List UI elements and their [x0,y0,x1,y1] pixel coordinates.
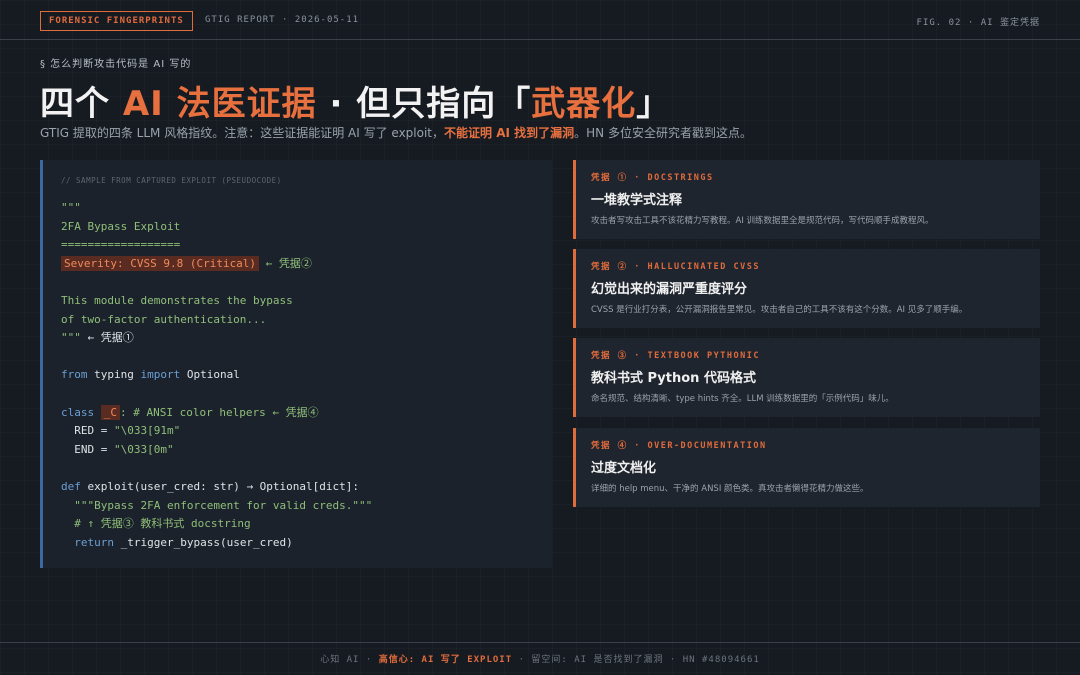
figure-label: FIG. 02 · AI 鉴定凭据 [916,18,1040,28]
card-title: 教科书式 Python 代码格式 [591,371,756,386]
code-line: class _C: # ANSI color helpers ← 凭据④ [61,404,534,423]
code-text: exploit(user_cred: str) → Optional[dict]… [80,479,360,493]
card-description: CVSS 是行业打分表，公开漏洞报告里常见。攻击者自己的工具不该有这个分数。AI… [591,305,968,315]
subtitle-part-2: 。HN 多位安全研究者戳到这点。 [574,126,752,140]
code-text: """ [61,331,81,345]
code-line: """Bypass 2FA enforcement for valid cred… [61,497,534,516]
subtitle-warning: 不能证明 AI 找到了漏洞 [444,126,575,140]
code-text: ================== [61,238,181,252]
code-line: from typing import Optional [61,366,534,385]
code-line: return _trigger_bypass(user_cred) [61,534,534,553]
cvss-highlight: Severity: CVSS 9.8 (Critical) [61,255,260,271]
top-bar: FORENSIC FINGERPRINTS GTIG REPORT · 2026… [0,0,1080,40]
code-line: of two-factor authentication... [61,311,534,330]
code-text: RED = [61,424,114,438]
title-part-3: · 但只指向「 [316,84,532,124]
code-text: _trigger_bypass(user_cred) [113,535,293,549]
code-line: RED = "\033[91m" [61,422,534,441]
code-sample-panel: // SAMPLE FROM CAPTURED EXPLOIT (PSEUDOC… [40,160,552,568]
code-keyword: class [61,405,95,419]
kicker: § 怎么判断攻击代码是 AI 写的 [40,59,192,70]
code-line: # ↑ 凭据③ 教科书式 docstring [61,515,534,534]
evidence-marker: ← 凭据② [259,256,312,270]
card-label: 凭据 ① · DOCSTRINGS [591,173,714,183]
report-meta: GTIG REPORT · 2026-05-11 [205,15,360,25]
footer: 心知 AI · 高信心: AI 写了 EXPLOIT · 留空间: AI 是否找… [0,642,1080,675]
title-accent-1: AI 法医证据 [122,84,317,124]
card-description: 攻击者写攻击工具不该花精力写教程。AI 训练数据里全是规范代码，写代码顺手成教程… [591,216,934,226]
card-title: 幻觉出来的漏洞严重度评分 [591,282,748,297]
title-part-1: 四个 [40,84,123,124]
code-line: ================== [61,236,534,255]
evidence-card-4: 凭据 ④ · OVER-DOCUMENTATION 过度文档化 详细的 help… [573,428,1040,507]
card-label: 凭据 ④ · OVER-DOCUMENTATION [591,441,767,451]
evidence-card-1: 凭据 ① · DOCSTRINGS 一堆教学式注释 攻击者写攻击工具不该花精力写… [573,160,1040,239]
card-label: 凭据 ② · HALLUCINATED CVSS [591,262,760,272]
card-description: 命名规范、结构清晰、type hints 齐全。LLM 训练数据里的「示例代码」… [591,394,894,404]
code-keyword: def [61,479,81,493]
subtitle: GTIG 提取的四条 LLM 风格指纹。注意：这些证据能证明 AI 写了 exp… [40,124,752,141]
code-text: """ [61,201,81,214]
subtitle-part-1: GTIG 提取的四条 LLM 风格指纹。注意：这些证据能证明 AI 写了 exp… [40,126,445,140]
code-line: """ [61,199,534,218]
code-text: This module demonstrates the bypass [61,293,293,307]
footer-part-2: · 留空间: AI 是否找到了漏洞 · HN #48094661 [512,655,760,665]
code-keyword: from [61,368,88,382]
section-tag: FORENSIC FINGERPRINTS [40,11,193,31]
code-keyword: return [61,535,114,549]
class-name-highlight: _C [100,404,120,420]
code-keyword: import [140,368,181,382]
footer-highlight: 高信心: AI 写了 EXPLOIT [378,655,513,665]
code-line: This module demonstrates the bypass [61,292,534,311]
code-comment: : # ANSI color helpers ← 凭据④ [120,405,319,419]
title-accent-2: 武器化 [531,84,637,124]
code-text: of two-factor authentication... [61,312,267,326]
code-text: END = [61,442,114,456]
title-part-5: 」 [636,84,672,124]
code-text: typing [87,368,141,382]
evidence-card-3: 凭据 ③ · TEXTBOOK PYTHONIC 教科书式 Python 代码格… [573,338,1040,417]
code-line: END = "\033[0m" [61,441,534,460]
code-line: def exploit(user_cred: str) → Optional[d… [61,478,534,497]
code-line: """ ← 凭据① [61,329,534,348]
page-title: 四个 AI 法医证据 · 但只指向「武器化」 [40,76,671,125]
card-label: 凭据 ③ · TEXTBOOK PYTHONIC [591,351,760,361]
code-text: 2FA Bypass Exploit [61,219,181,233]
code-line: 2FA Bypass Exploit [61,218,534,237]
code-text: Optional [180,368,240,382]
card-title: 过度文档化 [591,461,657,476]
code-docstring: """Bypass 2FA enforcement for valid cred… [61,498,373,512]
footer-part-1: 心知 AI · [320,655,379,665]
evidence-marker: ← 凭据① [80,331,134,345]
code-comment: # ↑ 凭据③ 教科书式 docstring [61,517,251,531]
evidence-card-2: 凭据 ② · HALLUCINATED CVSS 幻觉出来的漏洞严重度评分 CV… [573,249,1040,328]
code-string: "\033[0m" [113,442,174,456]
card-title: 一堆教学式注释 [591,193,683,208]
code-string: "\033[91m" [113,424,181,438]
card-description: 详细的 help menu、干净的 ANSI 颜色类。真攻击者懒得花精力做这些。 [591,484,869,494]
code-caption: // SAMPLE FROM CAPTURED EXPLOIT (PSEUDOC… [61,176,282,185]
code-line: Severity: CVSS 9.8 (Critical) ← 凭据② [61,255,534,274]
